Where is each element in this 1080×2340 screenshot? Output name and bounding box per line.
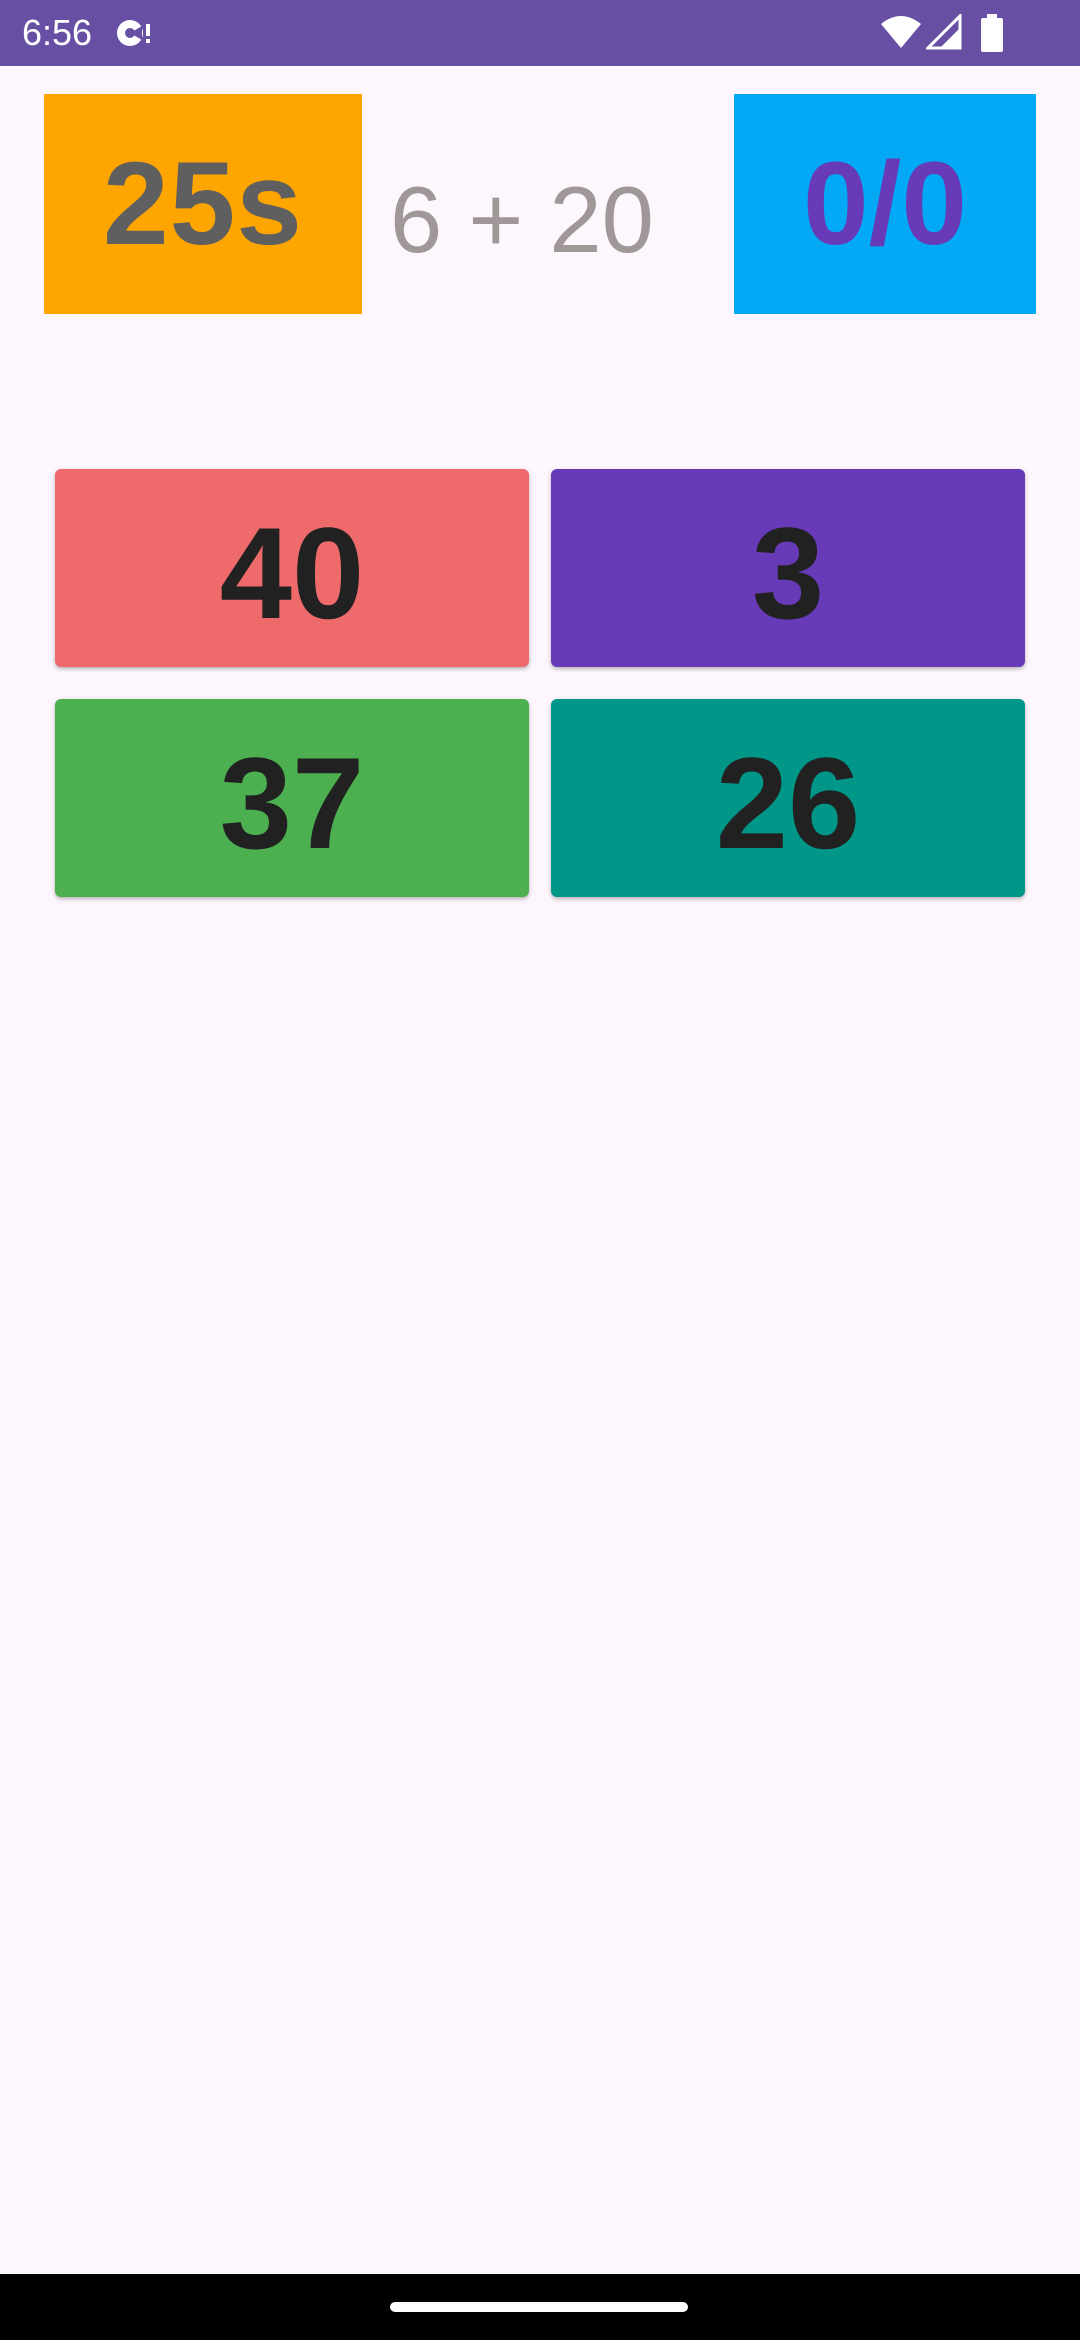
answer-label: 26 — [715, 730, 861, 876]
answer-button-4[interactable]: 26 — [551, 699, 1025, 897]
status-time: 6:56 — [22, 12, 93, 53]
navigation-bar — [0, 2274, 1080, 2340]
answer-label: 37 — [219, 730, 365, 876]
home-indicator[interactable] — [390, 2302, 688, 2312]
battery-icon — [981, 14, 1003, 52]
answer-button-1[interactable]: 40 — [55, 469, 529, 667]
notification-icon — [117, 20, 150, 46]
math-problem: 6 + 20 — [390, 167, 654, 272]
score-text: 0/0 — [802, 138, 968, 270]
status-bar: 6:56 — [0, 0, 1080, 66]
answer-button-3[interactable]: 37 — [55, 699, 529, 897]
answer-button-2[interactable]: 3 — [551, 469, 1025, 667]
timer-box: 25s — [44, 94, 362, 314]
answer-label: 3 — [751, 500, 825, 646]
score-box: 0/0 — [734, 94, 1036, 314]
answer-label: 40 — [219, 500, 365, 646]
timer-text: 25s — [103, 138, 303, 270]
signal-icon — [926, 14, 962, 50]
wifi-icon — [881, 16, 921, 48]
